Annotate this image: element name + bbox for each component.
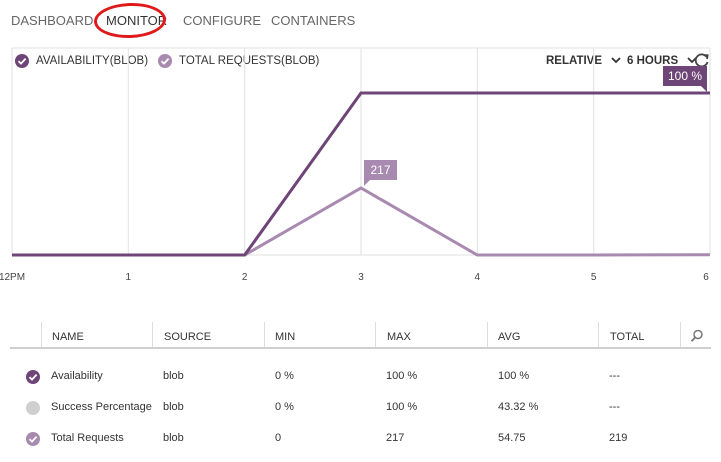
row-name: Availability <box>51 370 103 382</box>
row-max: 100 % <box>386 401 418 413</box>
row-total: --- <box>609 401 620 413</box>
data-label-availability: 100 % <box>663 66 707 92</box>
col-header-min[interactable]: MIN <box>275 331 295 343</box>
row-name: Success Percentage <box>51 401 152 413</box>
unchecked-circle-icon[interactable] <box>26 401 40 415</box>
x-tick-label: 2 <box>242 272 248 283</box>
col-header-max[interactable]: MAX <box>387 331 411 343</box>
x-tick-label: 1 <box>126 272 132 283</box>
x-tick-label: 3 <box>358 272 364 283</box>
search-icon[interactable] <box>690 329 704 346</box>
x-tick-label: 6 <box>703 272 709 283</box>
data-label-total-requests: 217 <box>364 160 397 186</box>
column-divider <box>264 322 265 348</box>
tab-dashboard[interactable]: DASHBOARD <box>11 13 93 28</box>
column-divider <box>375 322 376 348</box>
row-source: blob <box>163 370 184 382</box>
row-min: 0 % <box>275 401 294 413</box>
table-row[interactable]: Success Percentage blob 0 % 100 % 43.32 … <box>0 401 721 431</box>
row-avg: 54.75 <box>498 432 526 444</box>
check-circle-icon[interactable] <box>26 432 40 446</box>
row-min: 0 <box>275 432 282 444</box>
column-divider <box>598 322 599 348</box>
column-divider <box>680 322 681 348</box>
x-tick-label: 4 <box>475 272 481 283</box>
active-tab-highlight <box>93 1 167 40</box>
column-divider <box>487 322 488 348</box>
row-name: Total Requests <box>51 432 124 444</box>
row-source: blob <box>163 432 184 444</box>
col-header-name[interactable]: NAME <box>52 331 84 343</box>
row-total: --- <box>609 370 620 382</box>
table-row[interactable]: Total Requests blob 0 217 54.75 219 <box>0 432 721 462</box>
metrics-chart: 217 100 % 12PM 1 2 3 4 5 6 <box>0 47 711 283</box>
x-tick-label: 5 <box>591 272 597 283</box>
col-header-source[interactable]: SOURCE <box>164 331 211 343</box>
top-nav: DASHBOARD MONITOR CONFIGURE CONTAINERS <box>0 0 721 40</box>
data-label-text: 217 <box>370 163 390 177</box>
row-source: blob <box>163 401 184 413</box>
data-label-pointer <box>364 180 370 186</box>
x-tick-label: 12PM <box>0 272 25 283</box>
check-circle-icon[interactable] <box>26 370 40 384</box>
data-label-pointer <box>701 86 707 92</box>
table-row[interactable]: Availability blob 0 % 100 % 100 % --- <box>0 370 721 400</box>
row-max: 100 % <box>386 370 418 382</box>
tab-configure[interactable]: CONFIGURE <box>183 13 261 28</box>
header-divider <box>10 347 711 349</box>
tab-containers[interactable]: CONTAINERS <box>271 13 355 28</box>
column-divider <box>152 322 153 348</box>
row-max: 217 <box>386 432 405 444</box>
col-header-avg[interactable]: AVG <box>498 331 520 343</box>
data-label-text: 100 % <box>668 69 702 83</box>
row-min: 0 % <box>275 370 294 382</box>
row-avg: 100 % <box>498 370 530 382</box>
column-divider <box>41 322 42 348</box>
row-avg: 43.32 % <box>498 401 539 413</box>
col-header-total[interactable]: TOTAL <box>610 331 644 343</box>
row-total: 219 <box>609 432 628 444</box>
